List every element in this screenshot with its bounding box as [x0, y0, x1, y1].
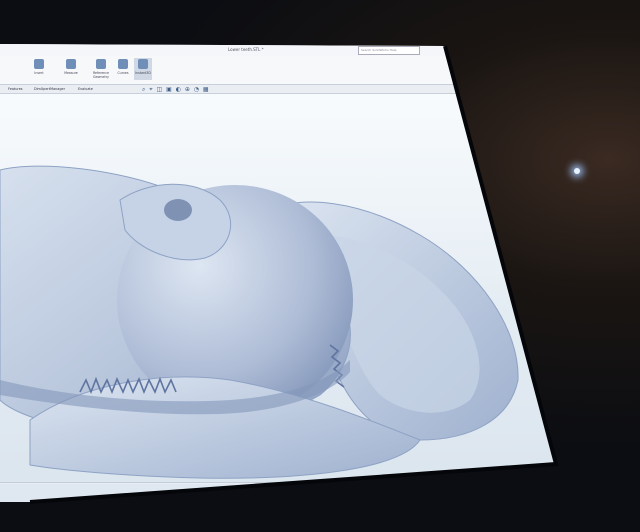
power-led [574, 168, 580, 174]
photo-scene: Lower teeth.STL * Search SolidWorks Help… [0, 0, 640, 532]
monitor-bezel [29, 45, 559, 504]
